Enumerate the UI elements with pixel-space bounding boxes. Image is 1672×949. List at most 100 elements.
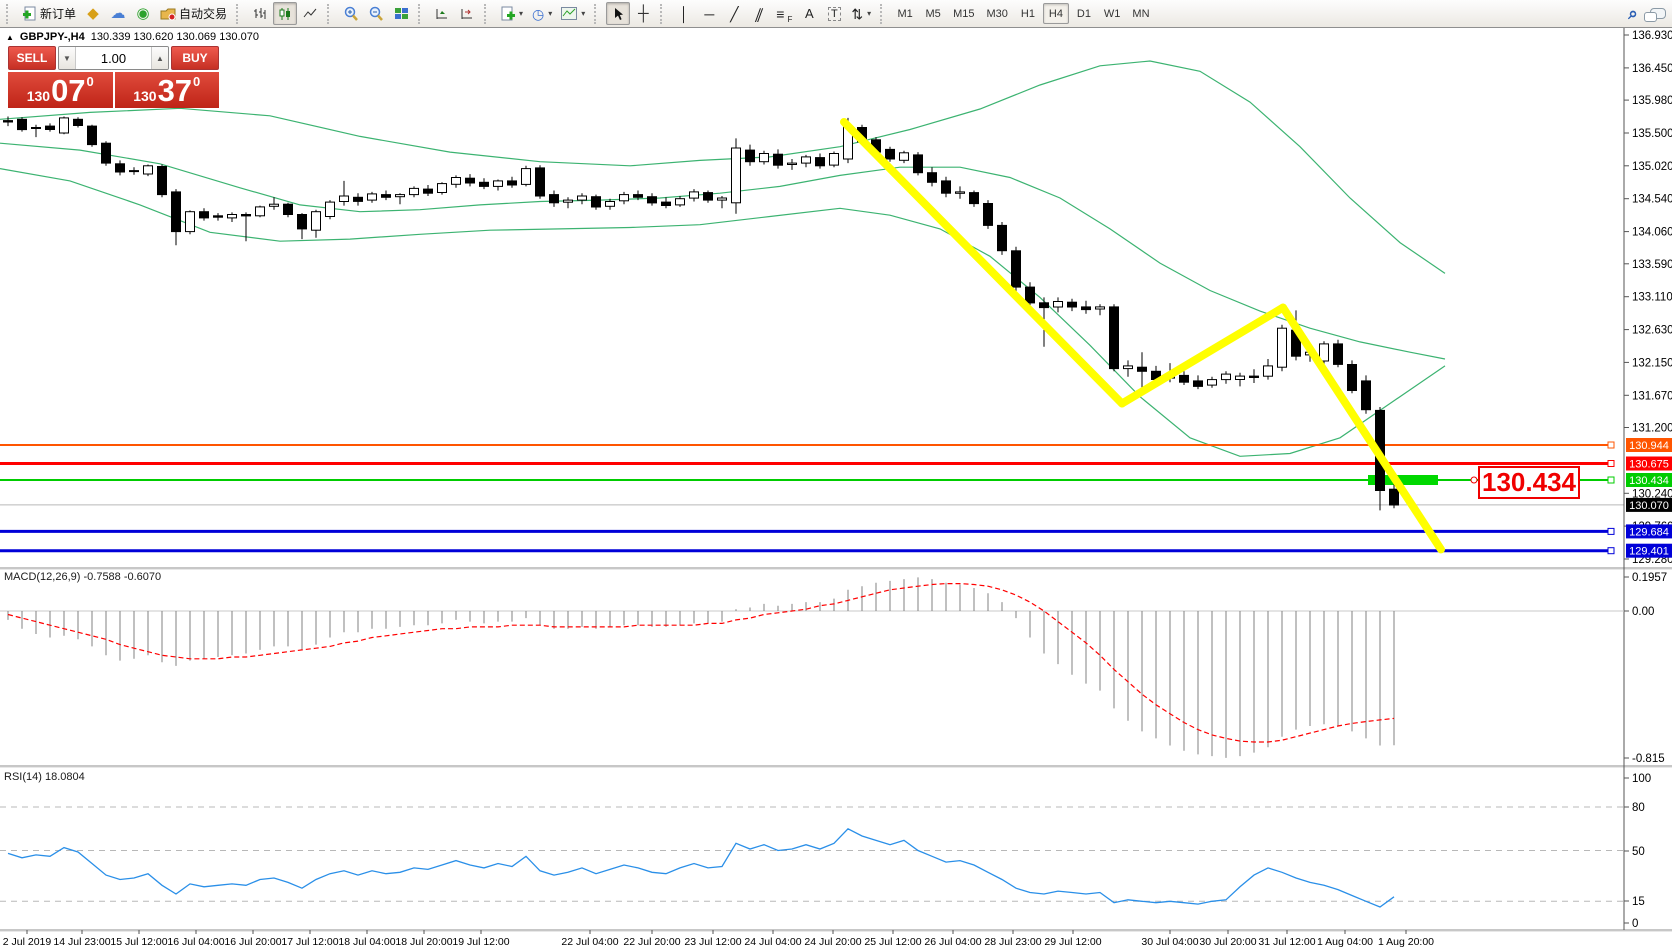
- candle-body: [1208, 380, 1217, 386]
- tab-timeframe-m5[interactable]: M5: [920, 3, 946, 24]
- horizontal-line-tool[interactable]: ─: [697, 2, 721, 25]
- tab-timeframe-h4[interactable]: H4: [1043, 3, 1069, 24]
- candle-body: [60, 118, 69, 133]
- volume-increase-button[interactable]: ▲: [151, 47, 168, 69]
- level-line-handle[interactable]: [1608, 442, 1614, 448]
- candle-body: [942, 181, 951, 193]
- tab-timeframe-m1[interactable]: M1: [892, 3, 918, 24]
- tab-timeframe-h1[interactable]: H1: [1015, 3, 1041, 24]
- candle-body: [984, 204, 993, 226]
- candlestick-chart-button[interactable]: [273, 2, 297, 25]
- tile-windows-button[interactable]: [389, 2, 413, 25]
- crosshair-tool-button[interactable]: ┼: [631, 2, 655, 25]
- candle-body: [676, 199, 685, 205]
- arrows-icon: ⇅: [851, 7, 863, 21]
- time-axis-label: 25 Jul 12:00: [864, 936, 921, 948]
- indicators-icon: [500, 6, 515, 21]
- label-tool[interactable]: T: [822, 2, 846, 25]
- price-tick-label: 132.630: [1632, 325, 1672, 337]
- toolbar-grip[interactable]: [418, 4, 425, 24]
- candle-body: [648, 197, 657, 203]
- buy-price-tile[interactable]: 130 37 0: [115, 72, 220, 108]
- line-chart-button[interactable]: [298, 2, 322, 25]
- crosshair-icon: ┼: [638, 6, 649, 21]
- trendline-segment-2[interactable]: [1122, 308, 1283, 404]
- sell-button[interactable]: SELL: [8, 46, 56, 70]
- candle-body: [1222, 374, 1231, 380]
- zoom-out-button[interactable]: [364, 2, 388, 25]
- rsi-tick-label: 0: [1632, 918, 1638, 930]
- price-level-badge-text: 130.675: [1629, 459, 1669, 471]
- tab-timeframe-m30[interactable]: M30: [982, 3, 1013, 24]
- text-tool[interactable]: A: [797, 2, 821, 25]
- search-button[interactable]: ⌕: [1621, 2, 1645, 25]
- price-annotation-label[interactable]: 130.434: [1478, 466, 1580, 499]
- level-line-handle[interactable]: [1608, 548, 1614, 554]
- new-order-button[interactable]: 新订单: [18, 2, 80, 25]
- price-level-badge-text: 130.944: [1629, 440, 1669, 452]
- chart-autoscroll-button[interactable]: [430, 2, 454, 25]
- time-axis-label: 19 Jul 12:00: [452, 936, 509, 948]
- gem-icon: ◆: [87, 6, 99, 21]
- volume-decrease-button[interactable]: ▼: [59, 47, 76, 69]
- time-axis-label: 22 Jul 20:00: [623, 936, 680, 948]
- candle-body: [1110, 307, 1119, 369]
- candle-body: [74, 119, 83, 125]
- channel-tool[interactable]: ∥: [747, 2, 771, 25]
- trendline-segment-1[interactable]: [844, 122, 1122, 404]
- toolbar-grip[interactable]: [880, 4, 887, 24]
- toolbar-grip[interactable]: [236, 4, 243, 24]
- templates-button[interactable]: ▾: [557, 2, 589, 25]
- cursor-tool-button[interactable]: [606, 2, 630, 25]
- toolbar-grip[interactable]: [327, 4, 334, 24]
- auto-trading-button[interactable]: 自动交易: [156, 2, 231, 25]
- macd-tick-label: 0.00: [1632, 606, 1654, 618]
- sell-price-tile[interactable]: 130 07 0: [8, 72, 113, 108]
- signals-button[interactable]: ◉: [131, 2, 155, 25]
- time-axis-label: 23 Jul 12:00: [684, 936, 741, 948]
- toolbar-grip[interactable]: [6, 4, 13, 24]
- candle-body: [116, 164, 125, 172]
- toolbar-grip[interactable]: [484, 4, 491, 24]
- toolbar-grip[interactable]: [594, 4, 601, 24]
- time-axis-label: 16 Jul 04:00: [167, 936, 224, 948]
- volume-input[interactable]: 1.00: [76, 47, 151, 69]
- arrows-tool[interactable]: ⇅ ▾: [847, 2, 875, 25]
- label-anchor-marker[interactable]: [1471, 477, 1477, 483]
- text-tool-icon: A: [805, 7, 814, 20]
- channel-icon: ∥: [753, 7, 765, 21]
- chat-button[interactable]: [1646, 2, 1670, 25]
- market-watch-button[interactable]: ◆: [81, 2, 105, 25]
- collapse-panel-arrow[interactable]: ▲: [6, 33, 14, 42]
- level-line-handle[interactable]: [1608, 477, 1614, 483]
- periods-button[interactable]: ◷ ▾: [528, 2, 556, 25]
- vertical-line-tool[interactable]: │: [672, 2, 696, 25]
- zoom-in-button[interactable]: [339, 2, 363, 25]
- indicators-button[interactable]: ▾: [496, 2, 527, 25]
- bar-chart-button[interactable]: [248, 2, 272, 25]
- candle-body: [1180, 375, 1189, 382]
- level-line-handle[interactable]: [1608, 528, 1614, 534]
- candle-body: [536, 168, 545, 196]
- buy-button[interactable]: BUY: [171, 46, 219, 70]
- candle-body: [550, 195, 559, 203]
- level-line-handle[interactable]: [1608, 461, 1614, 467]
- tab-timeframe-w1[interactable]: W1: [1099, 3, 1126, 24]
- fibonacci-tool[interactable]: ≡ F: [772, 2, 796, 25]
- toolbar-grip[interactable]: [660, 4, 667, 24]
- chart-shift-button[interactable]: [455, 2, 479, 25]
- tab-timeframe-mn[interactable]: MN: [1127, 3, 1154, 24]
- data-window-button[interactable]: ☁: [106, 2, 130, 25]
- fibonacci-icon: ≡: [776, 7, 784, 21]
- trendline-segment-3[interactable]: [1283, 308, 1441, 550]
- chart-canvas[interactable]: 136.930136.450135.980135.500135.020134.5…: [0, 0, 1672, 949]
- candle-body: [480, 182, 489, 186]
- candle-body: [1068, 302, 1077, 307]
- trendline-tool[interactable]: ╱: [722, 2, 746, 25]
- candle-body: [522, 169, 531, 185]
- time-axis-label: 18 Jul 04:00: [338, 936, 395, 948]
- tab-timeframe-m15[interactable]: M15: [948, 3, 979, 24]
- candle-body: [1334, 344, 1343, 365]
- tab-timeframe-d1[interactable]: D1: [1071, 3, 1097, 24]
- clock-icon: ◷: [532, 7, 544, 21]
